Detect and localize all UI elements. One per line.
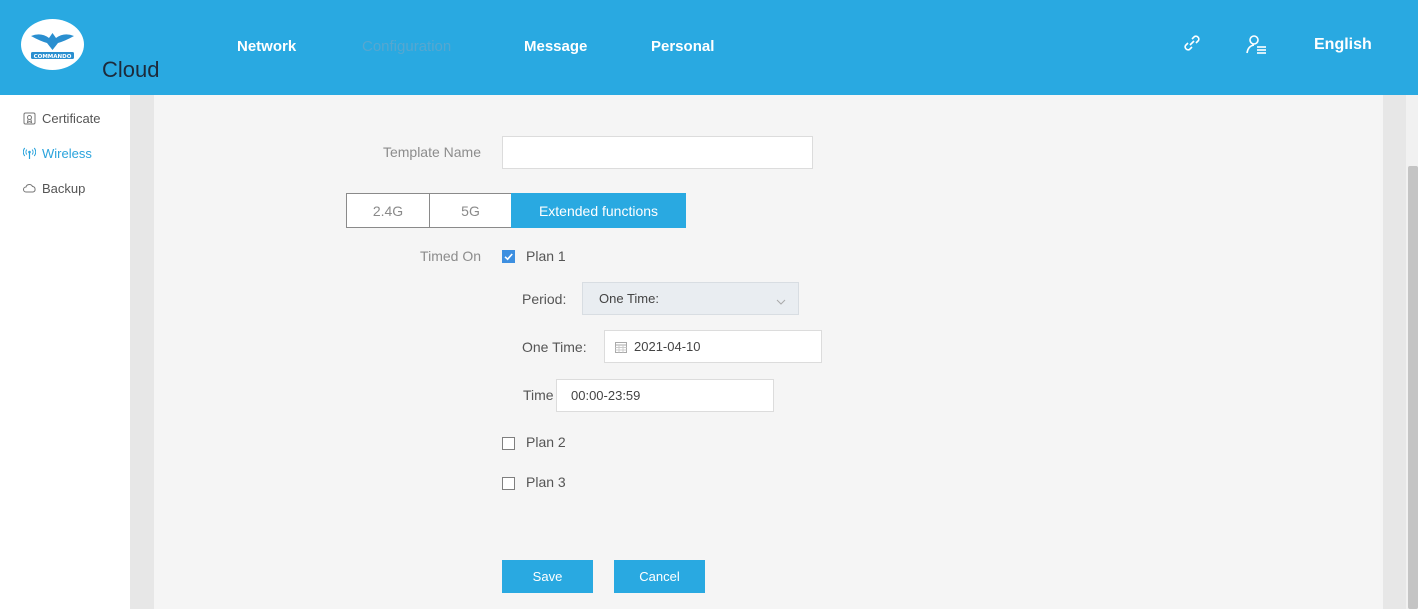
- plan-2-label: Plan 2: [526, 434, 566, 450]
- calendar-icon: [615, 341, 627, 353]
- save-button[interactable]: Save: [502, 560, 593, 593]
- period-selected-value: One Time:: [599, 291, 659, 306]
- sidebar-item-certificate[interactable]: Certificate: [23, 111, 101, 126]
- plan-2-checkbox[interactable]: [502, 437, 515, 450]
- sidebar-item-wireless[interactable]: Wireless: [22, 146, 92, 161]
- band-tabs: 2.4G 5G Extended functions: [346, 193, 686, 228]
- period-label: Period:: [522, 291, 567, 307]
- link-icon[interactable]: [1182, 33, 1202, 57]
- cloud-icon: [23, 182, 36, 195]
- wireless-icon: [22, 147, 37, 160]
- scrollbar-thumb[interactable]: [1408, 166, 1418, 609]
- time-label: Time: [523, 387, 554, 403]
- tab-extended-functions[interactable]: Extended functions: [511, 193, 686, 228]
- sidebar-divider: [130, 95, 154, 609]
- tab-5g[interactable]: 5G: [429, 193, 511, 228]
- nav-network[interactable]: Network: [237, 38, 296, 55]
- tab-2-4g[interactable]: 2.4G: [346, 193, 429, 228]
- template-name-input[interactable]: [502, 136, 813, 169]
- cancel-button[interactable]: Cancel: [614, 560, 705, 593]
- certificate-icon: [23, 112, 36, 125]
- template-name-label: Template Name: [382, 144, 481, 160]
- one-time-label: One Time:: [522, 339, 587, 355]
- one-time-date-input[interactable]: 2021-04-10: [604, 330, 822, 363]
- brand-name: Cloud: [102, 57, 160, 82]
- sidebar-item-backup[interactable]: Backup: [23, 181, 85, 196]
- language-selector[interactable]: English: [1314, 36, 1372, 54]
- logo-text: COMMANDO: [34, 54, 72, 60]
- nav-message[interactable]: Message: [524, 38, 587, 55]
- time-range-input[interactable]: 00:00-23:59: [556, 379, 774, 412]
- plan-1-label: Plan 1: [526, 248, 566, 264]
- user-profile-icon[interactable]: [1246, 33, 1268, 59]
- plan-3-checkbox[interactable]: [502, 477, 515, 490]
- chevron-down-icon: [776, 294, 786, 309]
- sidebar: Certificate Wireless Backup: [0, 95, 130, 609]
- period-select[interactable]: One Time:: [582, 282, 799, 315]
- commando-logo[interactable]: COMMANDO: [21, 19, 84, 70]
- timed-on-label: Timed On: [420, 248, 481, 264]
- nav-configuration[interactable]: Configuration: [362, 38, 451, 55]
- one-time-date-value: 2021-04-10: [634, 339, 701, 354]
- plan-3-label: Plan 3: [526, 474, 566, 490]
- nav-personal[interactable]: Personal: [651, 38, 714, 55]
- top-header: COMMANDO Cloud Network Configuration Mes…: [0, 0, 1418, 95]
- plan-1-checkbox[interactable]: [502, 250, 515, 263]
- sidebar-item-label: Certificate: [42, 111, 101, 126]
- sidebar-item-label: Backup: [42, 181, 86, 196]
- sidebar-item-label: Wireless: [42, 146, 92, 161]
